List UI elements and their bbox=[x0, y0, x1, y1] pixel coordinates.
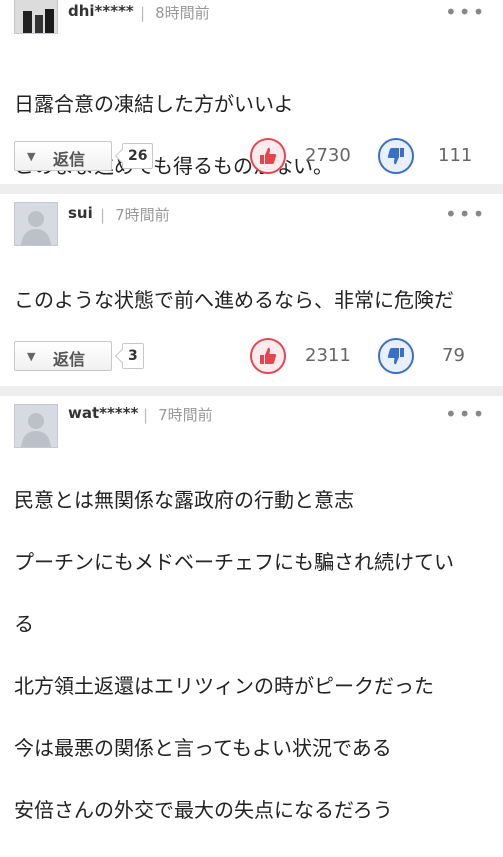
comment-line: このような状態で前へ進めるなら、非常に危険だ bbox=[14, 288, 454, 312]
like-button[interactable] bbox=[250, 138, 286, 174]
default-avatar-icon bbox=[21, 211, 51, 245]
dislike-count: 111 bbox=[438, 145, 473, 166]
comment-2: sui |7時間前 ••• このような状態で前へ進めるなら、非常に危険だ と思う… bbox=[0, 194, 503, 386]
avatar[interactable] bbox=[14, 404, 58, 448]
triangle-down-icon: ▼ bbox=[27, 350, 36, 363]
comment-line: 日露合意の凍結した方がいいよ bbox=[14, 92, 294, 116]
thumbs-down-icon bbox=[387, 148, 404, 165]
triangle-down-icon: ▼ bbox=[27, 150, 36, 163]
reply-count: 26 bbox=[122, 143, 154, 169]
more-dots-icon[interactable]: ••• bbox=[445, 402, 486, 426]
timestamp-text: 8時間前 bbox=[155, 4, 210, 22]
comment-3: wat***** | 7時間前 ••• 民意とは無関係な露政府の行動と意志 プーチ… bbox=[0, 396, 503, 822]
comment-line: 今は最悪の関係と言ってもよい状況である bbox=[14, 736, 392, 760]
comment-line: る bbox=[14, 612, 34, 636]
username[interactable]: sui bbox=[68, 204, 93, 222]
comment-1: dhi***** | 8時間前 ••• 日露合意の凍結した方がいいよ このまま進め… bbox=[0, 0, 503, 184]
reply-button[interactable]: ▼ 返信 bbox=[14, 341, 112, 371]
dislike-button[interactable] bbox=[378, 138, 414, 174]
timestamp: | 7時間前 bbox=[100, 204, 170, 225]
timestamp-text: 7時間前 bbox=[115, 206, 170, 224]
comment-line: 安倍さんの外交で最大の失点になるだろう bbox=[14, 798, 393, 822]
comment-line: 民意とは無関係な露政府の行動と意志 bbox=[14, 488, 354, 512]
reply-label: 返信 bbox=[53, 350, 86, 369]
avatar[interactable] bbox=[14, 0, 58, 34]
separator-pipe: | bbox=[140, 4, 146, 22]
timestamp: | 7時間前 bbox=[143, 404, 213, 425]
separator-pipe: | bbox=[143, 406, 149, 424]
default-avatar-icon bbox=[21, 413, 51, 447]
comment-line: 北方領土返還はエリツィンの時がピークだった bbox=[14, 674, 434, 698]
dislike-button[interactable] bbox=[378, 338, 414, 374]
thumbs-up-icon bbox=[260, 347, 277, 364]
dislike-count: 79 bbox=[442, 345, 465, 366]
separator-pipe: | bbox=[100, 206, 106, 224]
reply-button[interactable]: ▼ 返信 bbox=[14, 141, 112, 171]
like-button[interactable] bbox=[250, 338, 286, 374]
more-dots-icon[interactable]: ••• bbox=[445, 202, 486, 226]
comment-line: プーチンにもメドベーチェフにも騙され続けてい bbox=[14, 550, 454, 574]
reply-count: 3 bbox=[122, 343, 144, 369]
timestamp: | 8時間前 bbox=[140, 2, 210, 23]
timestamp-text: 7時間前 bbox=[158, 406, 213, 424]
like-count: 2311 bbox=[305, 345, 351, 366]
username[interactable]: dhi***** bbox=[68, 2, 134, 20]
more-dots-icon[interactable]: ••• bbox=[445, 0, 486, 24]
comment-separator bbox=[0, 184, 503, 194]
avatar[interactable] bbox=[14, 202, 58, 246]
comment-body: 民意とは無関係な露政府の行動と意志 プーチンにもメドベーチェフにも騙され続けてい… bbox=[14, 454, 494, 857]
thumbs-down-icon bbox=[387, 348, 404, 365]
comment-separator bbox=[0, 386, 503, 396]
avatar-photo bbox=[15, 0, 57, 33]
thumbs-up-icon bbox=[260, 147, 277, 164]
like-count: 2730 bbox=[305, 145, 351, 166]
username[interactable]: wat***** bbox=[68, 404, 138, 422]
reply-label: 返信 bbox=[53, 150, 86, 169]
